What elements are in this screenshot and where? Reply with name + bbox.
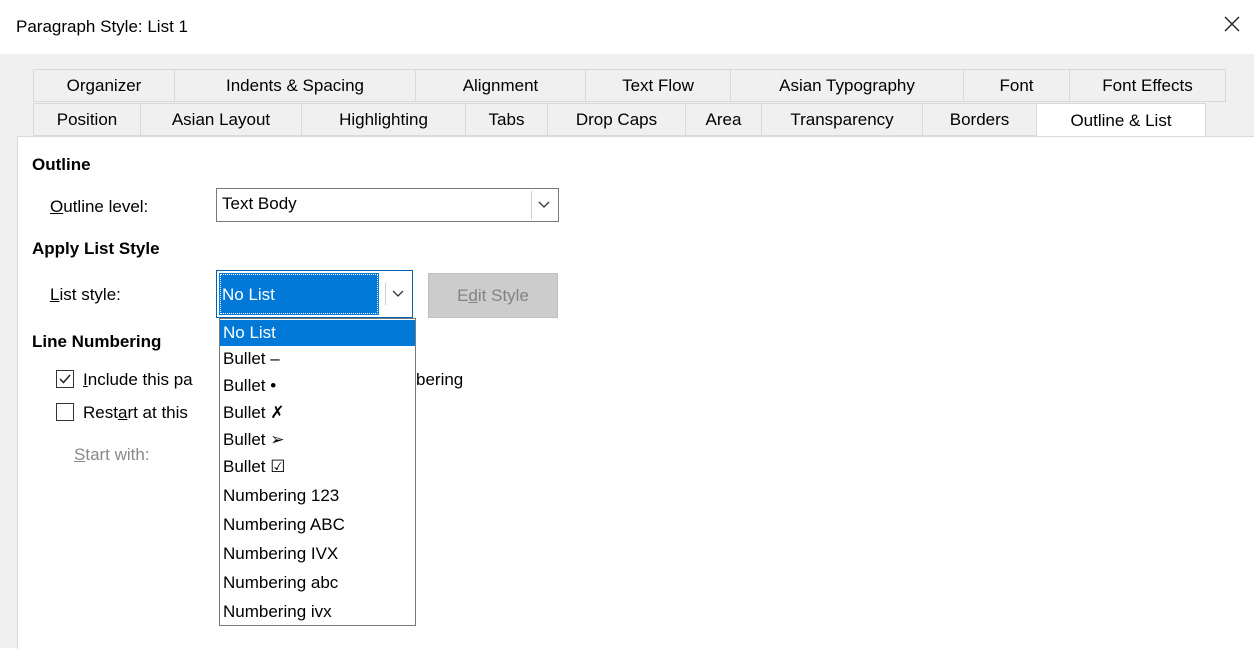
list-style-select[interactable]: No List — [216, 270, 413, 318]
tab-tabs[interactable]: Tabs — [465, 103, 547, 136]
list-option[interactable]: Numbering IVX — [220, 541, 415, 567]
list-style-value-highlight: No List — [219, 273, 379, 315]
label-text: it Style — [477, 285, 529, 305]
tab-indents-spacing[interactable]: Indents & Spacing — [174, 69, 415, 102]
tab-drop-caps[interactable]: Drop Caps — [547, 103, 685, 136]
option-label: Numbering 123 — [223, 486, 340, 505]
option-label: Bullet ☑ — [223, 457, 286, 476]
accelerator-key: S — [74, 445, 86, 464]
label-text: ist style: — [59, 285, 121, 304]
outline-level-value: Text Body — [222, 194, 297, 213]
tab-label: Transparency — [790, 109, 894, 129]
tab-label: Asian Typography — [779, 75, 915, 95]
list-option[interactable]: Bullet • — [220, 373, 415, 399]
tab-label: Position — [56, 109, 118, 129]
label-text: E — [457, 285, 469, 305]
tab-label: Borders — [949, 109, 1010, 129]
option-label: No List — [223, 323, 276, 342]
tab-row-1: Organizer Indents & Spacing Alignment Te… — [33, 69, 1226, 102]
list-option[interactable]: No List — [220, 320, 415, 346]
tab-label: Alignment — [462, 75, 539, 95]
tab-label: Text Flow — [622, 75, 694, 95]
list-option[interactable]: Bullet ➢ — [220, 427, 415, 453]
button-label: Edit Style — [457, 286, 529, 306]
tab-outline-list[interactable]: Outline & List — [1036, 103, 1206, 138]
list-option[interactable]: Numbering abc — [220, 570, 415, 596]
restart-numbering-checkbox[interactable] — [56, 403, 74, 421]
tab-row-2: Position Asian Layout Highlighting Tabs … — [33, 103, 1206, 138]
label-text: rt at this — [127, 403, 188, 422]
outline-level-label: Outline level: — [50, 197, 148, 217]
chevron-down-icon[interactable] — [531, 191, 556, 219]
include-line-numbering-label: Include this pa — [83, 370, 193, 390]
tab-highlighting[interactable]: Highlighting — [301, 103, 465, 136]
title-bar: Paragraph Style: List 1 — [0, 0, 1254, 54]
tab-label: Font Effects — [1102, 75, 1193, 95]
tab-asian-typography[interactable]: Asian Typography — [730, 69, 963, 102]
list-option[interactable]: Bullet – — [220, 346, 415, 372]
label-text: nclude this pa — [87, 370, 193, 389]
label-text: tart with: — [85, 445, 150, 464]
tab-label: Tabs — [488, 109, 525, 129]
tab-panel — [17, 136, 1254, 649]
tab-position[interactable]: Position — [33, 103, 140, 136]
restart-numbering-label: Restart at this — [83, 403, 188, 423]
tab-label: Asian Layout — [171, 109, 271, 129]
option-label: Bullet – — [223, 349, 280, 368]
check-icon — [59, 374, 71, 384]
tab-text-flow[interactable]: Text Flow — [585, 69, 730, 102]
list-option[interactable]: Bullet ☑ — [220, 454, 415, 480]
tab-label: Font — [999, 75, 1034, 95]
option-label: Numbering abc — [223, 573, 339, 592]
chevron-down-icon[interactable] — [385, 283, 410, 305]
tab-font-effects[interactable]: Font Effects — [1069, 69, 1226, 102]
include-line-numbering-checkbox[interactable] — [56, 370, 74, 388]
accelerator-key: O — [50, 197, 64, 216]
tab-label: Drop Caps — [575, 109, 658, 129]
list-option[interactable]: Numbering 123 — [220, 483, 415, 509]
option-label: Numbering ivx — [223, 602, 332, 621]
tab-label: Indents & Spacing — [226, 75, 364, 95]
tab-borders[interactable]: Borders — [922, 103, 1036, 136]
edit-style-button[interactable]: Edit Style — [428, 273, 558, 318]
tab-label: Organizer — [66, 75, 142, 95]
list-option[interactable]: Bullet ✗ — [220, 400, 415, 426]
tab-label: Highlighting — [339, 109, 428, 129]
label-text: utline level: — [63, 197, 149, 216]
tab-area[interactable]: Area — [685, 103, 761, 136]
list-style-label: List style: — [50, 285, 121, 305]
tab-transparency[interactable]: Transparency — [761, 103, 922, 136]
apply-list-style-heading: Apply List Style — [32, 239, 160, 258]
list-style-value: No List — [222, 285, 275, 304]
window-title: Paragraph Style: List 1 — [16, 17, 188, 36]
accelerator-key: d — [468, 285, 478, 305]
option-label: Numbering ABC — [223, 515, 345, 534]
tab-label: Outline & List — [1070, 111, 1172, 130]
list-option[interactable]: Numbering ABC — [220, 512, 415, 538]
option-label: Bullet • — [223, 376, 277, 395]
outline-heading: Outline — [32, 155, 91, 174]
tab-organizer[interactable]: Organizer — [33, 69, 174, 102]
close-icon[interactable] — [1220, 12, 1244, 36]
outline-level-select[interactable]: Text Body — [216, 188, 559, 222]
label-text: Rest — [83, 403, 118, 422]
line-numbering-heading: Line Numbering — [32, 332, 162, 351]
option-label: Bullet ✗ — [223, 403, 285, 422]
list-option[interactable]: Numbering ivx — [220, 599, 415, 625]
start-with-label: Start with: — [74, 445, 150, 465]
tab-alignment[interactable]: Alignment — [415, 69, 585, 102]
list-style-dropdown: No List Bullet – Bullet • Bullet ✗ Bulle… — [219, 318, 416, 626]
tab-font[interactable]: Font — [963, 69, 1069, 102]
include-line-numbering-label-tail: bering — [416, 370, 464, 389]
tab-label: Area — [705, 109, 742, 129]
option-label: Bullet ➢ — [223, 430, 285, 449]
tab-asian-layout[interactable]: Asian Layout — [140, 103, 301, 136]
option-label: Numbering IVX — [223, 544, 339, 563]
